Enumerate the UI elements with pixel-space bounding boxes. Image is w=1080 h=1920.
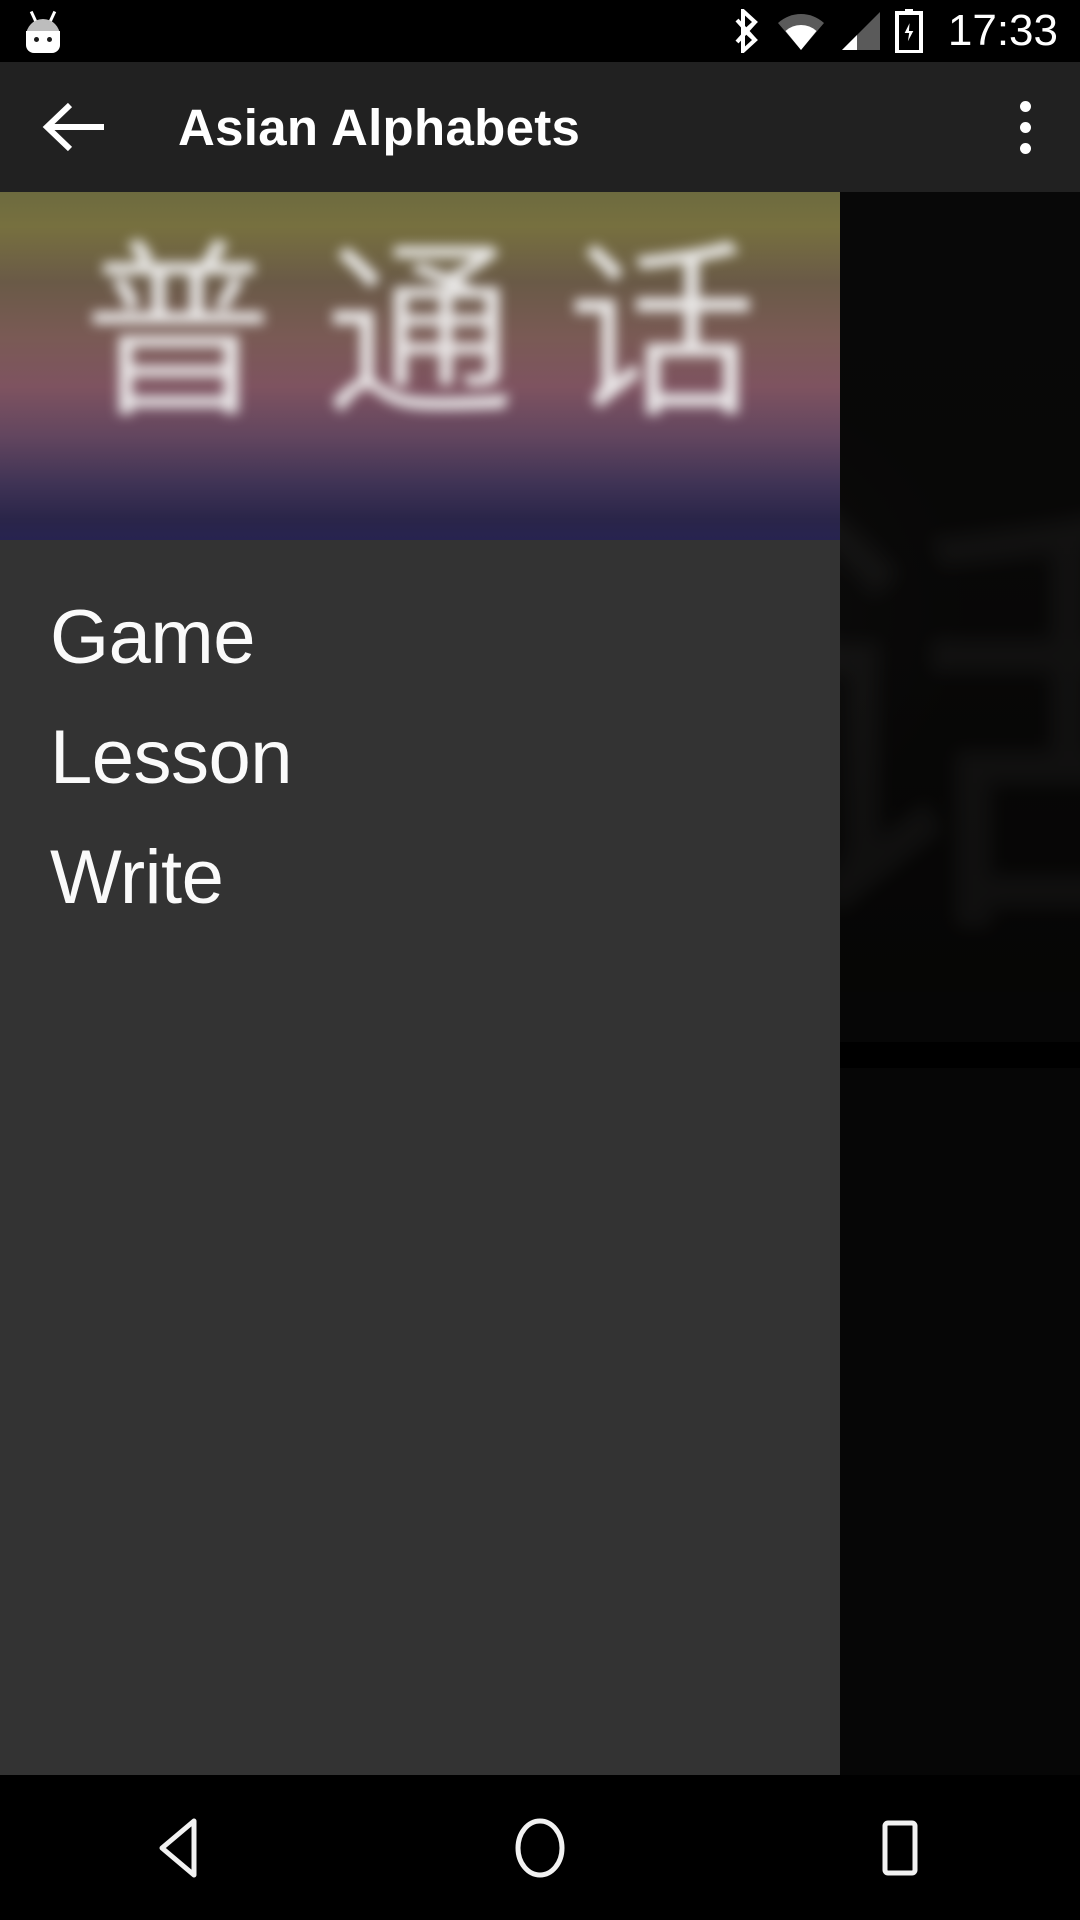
cellular-signal-icon <box>841 12 880 50</box>
drawer-item-game[interactable]: Game <box>0 578 840 698</box>
recents-nav-icon <box>882 1820 918 1875</box>
wifi-icon <box>777 14 824 50</box>
nav-recents-button[interactable] <box>720 1775 1080 1920</box>
nav-home-button[interactable] <box>360 1775 720 1920</box>
android-bugdroid-icon <box>26 10 60 53</box>
home-nav-icon <box>515 1818 565 1877</box>
overflow-menu-icon <box>1019 121 1031 133</box>
back-nav-icon <box>159 1818 197 1877</box>
navigation-drawer: 普通话 Game Lesson Write <box>0 192 840 1775</box>
drawer-item-label: Lesson <box>50 715 293 800</box>
nav-back-button[interactable] <box>0 1775 360 1920</box>
drawer-menu-list: Game Lesson Write <box>0 540 840 938</box>
drawer-header: 普通话 <box>0 192 840 540</box>
back-button[interactable] <box>0 62 150 192</box>
drawer-item-lesson[interactable]: Lesson <box>0 698 840 818</box>
overflow-menu-icon <box>1019 142 1031 154</box>
status-bar-system-icons: 17:33 <box>734 9 1080 53</box>
battery-charging-icon <box>894 9 923 53</box>
drawer-header-glyphs: 普通话 <box>82 223 809 444</box>
status-bar-notifications <box>0 10 734 53</box>
app-bar: Asian Alphabets <box>0 62 1080 192</box>
drawer-item-write[interactable]: Write <box>0 818 840 938</box>
status-bar-clock: 17:33 <box>947 6 1058 55</box>
system-navigation-bar <box>0 1775 1080 1920</box>
status-bar: 17:33 <box>0 0 1080 62</box>
bluetooth-icon <box>735 9 758 53</box>
drawer-item-label: Game <box>50 595 255 680</box>
phone-screen: 话 <box>0 0 1080 1920</box>
page-title: Asian Alphabets <box>178 98 581 156</box>
overflow-menu-icon <box>1019 100 1031 112</box>
back-arrow-icon <box>42 102 104 152</box>
overflow-menu-button[interactable] <box>970 62 1080 192</box>
drawer-item-label: Write <box>50 835 224 920</box>
